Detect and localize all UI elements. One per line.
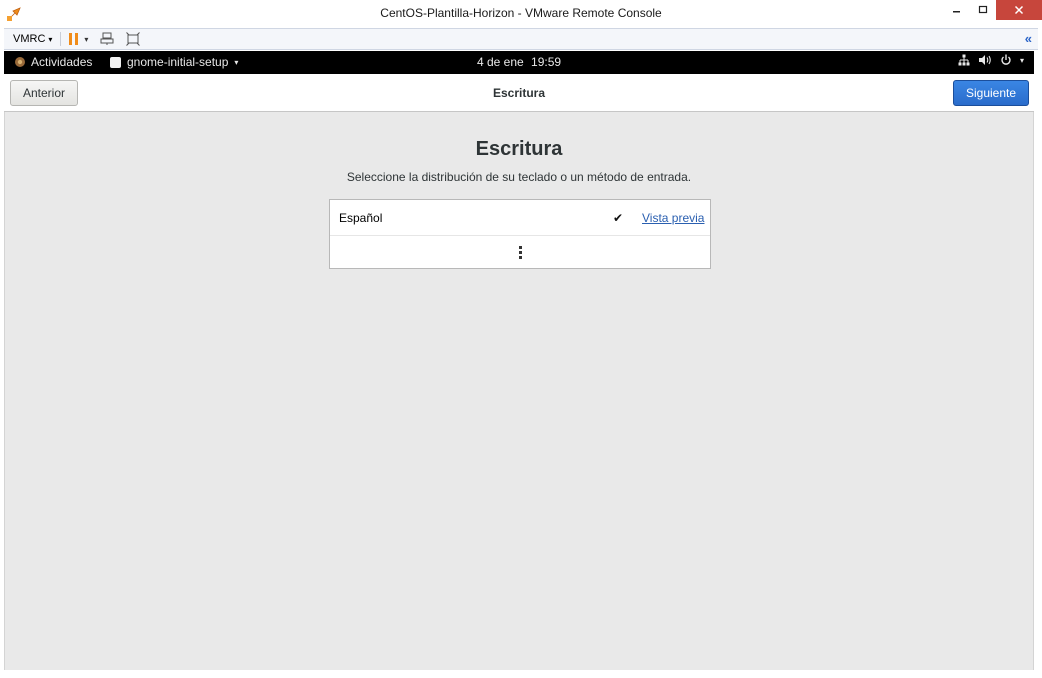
setup-content: Escritura Seleccione la distribución de … [4, 112, 1034, 670]
system-menu-button[interactable]: ▾ [958, 54, 1024, 66]
power-icon [1001, 54, 1011, 65]
header-title: Escritura [492, 86, 546, 100]
page-title: Escritura [475, 138, 563, 160]
fullscreen-icon[interactable] [126, 32, 141, 46]
vmrc-toolbar: VMRC ▾ ▾ « [4, 28, 1038, 50]
setup-header-bar: Anterior Escritura Siguiente [4, 74, 1034, 112]
window-title: CentOS-Plantilla-Horizon - VMware Remote… [380, 6, 662, 20]
network-wired-icon [958, 54, 970, 66]
minimize-icon [953, 11, 960, 13]
clock-time: 19:59 [531, 55, 562, 69]
maximize-icon [978, 5, 988, 14]
send-ctrl-alt-del-icon[interactable] [100, 32, 114, 46]
close-icon [1014, 5, 1024, 15]
clock-date: 4 de ene [476, 55, 524, 69]
window-right-edge [1038, 28, 1042, 678]
minimize-button[interactable] [944, 0, 970, 20]
collapse-toolbar-icon[interactable]: « [1025, 31, 1032, 46]
vmrc-window: CentOS-Plantilla-Horizon - VMware Remote… [0, 0, 1042, 678]
gnome-top-bar: Actividades gnome-initial-setup ▾ 4 de e… [4, 51, 1034, 74]
input-source-name: Español [339, 211, 383, 225]
chevron-down-icon: ▾ [48, 34, 53, 44]
window-controls [944, 0, 1042, 22]
more-vertical-icon [518, 246, 522, 259]
page-subtitle: Seleccione la distribución de su teclado… [346, 170, 692, 184]
power-menu-chevron-icon[interactable]: ▾ [84, 35, 88, 44]
volume-icon [978, 55, 991, 65]
toolbar-divider [60, 32, 62, 46]
clock[interactable]: 4 de ene 19:59 [4, 55, 1034, 69]
vmrc-menu-button[interactable]: VMRC ▾ [13, 33, 52, 45]
chevron-down-icon: ▾ [1019, 55, 1024, 65]
vmrc-menu-label: VMRC [13, 33, 46, 45]
input-source-list: Español ✔ Vista previa [329, 199, 711, 269]
window-bottom-edge [0, 670, 1042, 678]
window-titlebar[interactable]: CentOS-Plantilla-Horizon - VMware Remote… [0, 0, 1042, 28]
checkmark-icon: ✔ [613, 211, 624, 225]
close-button[interactable] [996, 0, 1042, 20]
pause-icon[interactable] [69, 33, 79, 45]
preview-link[interactable]: Vista previa [642, 211, 704, 225]
maximize-button[interactable] [970, 0, 996, 20]
next-button[interactable]: Siguiente [953, 80, 1029, 106]
more-options-row[interactable] [330, 236, 710, 269]
input-source-row[interactable]: Español ✔ Vista previa [330, 200, 710, 236]
